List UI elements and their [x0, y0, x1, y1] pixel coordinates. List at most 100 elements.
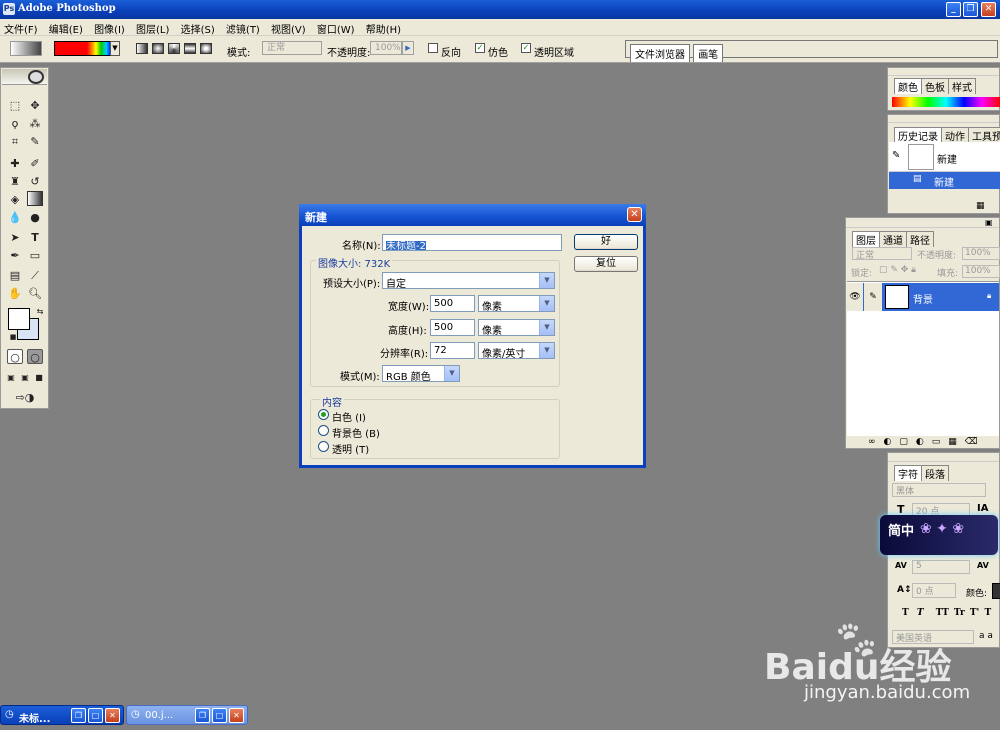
gradient-tool-preset-icon[interactable] — [10, 41, 42, 56]
history-delete-icon[interactable]: ▦ — [976, 201, 985, 211]
reverse-checkbox[interactable] — [428, 43, 438, 53]
standard-mode-icon[interactable]: ○ — [7, 349, 23, 364]
menu-filter[interactable]: 滤镜(T) — [222, 19, 264, 36]
magic-wand-tool-icon[interactable]: ⁂ — [27, 116, 43, 131]
menu-window[interactable]: 窗口(W) — [313, 19, 359, 36]
gradient-dropdown-icon[interactable]: ▼ — [110, 41, 120, 56]
tab-styles[interactable]: 样式 — [948, 78, 976, 94]
restore-button[interactable]: ❐ — [963, 2, 978, 17]
height-unit-select[interactable]: 像素 ▼ — [478, 319, 555, 337]
screen-mode-standard-icon[interactable]: ▣ — [5, 370, 17, 385]
lock-icons[interactable]: ▢ ✎ ✥ 🔒︎ — [879, 265, 916, 275]
menu-help[interactable]: 帮助(H) — [362, 19, 405, 36]
history-state-row[interactable]: ▤ 新建 — [889, 172, 1000, 189]
dialog-close-button[interactable]: ✕ — [627, 207, 642, 222]
screen-mode-menu-icon[interactable]: ▣ — [19, 370, 31, 385]
default-colors-icon[interactable]: ■ — [5, 330, 21, 345]
imageready-jump-icon[interactable]: ⇨◑ — [7, 390, 43, 405]
tab-paths[interactable]: 路径 — [906, 231, 934, 247]
ok-button[interactable]: 好 — [574, 234, 638, 250]
foreground-color-swatch[interactable] — [8, 308, 30, 330]
reflected-gradient-icon[interactable] — [184, 43, 196, 54]
screen-mode-full-icon[interactable]: ■ — [33, 370, 45, 385]
tab-channels[interactable]: 通道 — [879, 231, 907, 247]
menu-image[interactable]: 图像(I) — [90, 19, 129, 36]
tab-history[interactable]: 历史记录 — [894, 127, 942, 143]
document-1-restore-button[interactable]: ❐ — [71, 708, 86, 723]
eyedropper-tool-icon[interactable]: ⟋ — [27, 268, 43, 283]
tab-actions[interactable]: 动作 — [941, 127, 969, 143]
all-caps-button[interactable]: TT — [936, 608, 949, 618]
tab-tool-presets[interactable]: 工具预 — [968, 127, 1000, 143]
crop-tool-icon[interactable]: ⌗ — [7, 134, 23, 149]
blend-mode-select[interactable]: 正常 — [852, 247, 912, 261]
menu-layer[interactable]: 图层(L) — [132, 19, 173, 36]
contents-background-radio[interactable] — [318, 425, 329, 436]
close-button[interactable]: ✕ — [981, 2, 996, 17]
faux-italic-button[interactable]: T — [917, 608, 924, 618]
layer-brush-icon[interactable]: ✎ — [864, 283, 882, 311]
layer-opacity-input[interactable]: 100% — [962, 247, 1000, 260]
document-2-maximize-button[interactable]: □ — [212, 708, 227, 723]
document-name-input[interactable]: 未标题-2 — [382, 234, 562, 251]
opacity-input[interactable]: 100% — [370, 41, 402, 55]
width-input[interactable]: 500 — [430, 295, 475, 312]
opacity-slider-arrow-icon[interactable]: ▶ — [402, 41, 414, 55]
faux-bold-button[interactable]: T — [902, 608, 909, 618]
history-brush-source-icon[interactable]: ✎ — [892, 150, 900, 161]
reset-button[interactable]: 复位 — [574, 256, 638, 272]
resolution-unit-select[interactable]: 像素/英寸 ▼ — [478, 342, 555, 360]
color-mode-select[interactable]: RGB 颜色 ▼ — [382, 365, 460, 383]
marquee-tool-icon[interactable]: ⬚ — [7, 98, 23, 113]
menu-edit[interactable]: 编辑(E) — [45, 19, 87, 36]
document-2-close-button[interactable]: ✕ — [229, 708, 244, 723]
history-snapshot-row[interactable]: ✎ 新建 — [889, 142, 1000, 172]
type-tool-icon[interactable]: T — [27, 230, 43, 245]
resolution-input[interactable]: 72 — [430, 342, 475, 359]
dither-checkbox[interactable]: ✓ — [475, 43, 485, 53]
tab-color[interactable]: 颜色 — [894, 78, 922, 94]
history-brush-tool-icon[interactable]: ↺ — [27, 174, 43, 189]
height-input[interactable]: 500 — [430, 319, 475, 336]
layer-row-background[interactable]: 👁︎ ✎ 背景 🔒︎ — [847, 283, 999, 311]
photoshop-eye-logo-icon[interactable] — [28, 70, 44, 84]
layer-visibility-eye-icon[interactable]: 👁︎ — [847, 283, 863, 311]
mode-select[interactable]: 正常 — [262, 41, 322, 55]
healing-brush-tool-icon[interactable]: ✚ — [7, 156, 23, 171]
font-family-select[interactable]: 黑体 — [892, 483, 986, 497]
dodge-tool-icon[interactable]: ● — [27, 210, 43, 225]
transparency-checkbox[interactable]: ✓ — [521, 43, 531, 53]
hand-tool-icon[interactable]: ✋ — [7, 286, 23, 301]
document-2-restore-button[interactable]: ❐ — [195, 708, 210, 723]
text-color-swatch[interactable] — [992, 583, 1000, 599]
tab-character[interactable]: 字符 — [894, 465, 922, 481]
tab-layers[interactable]: 图层 — [852, 231, 880, 247]
color-spectrum-bar[interactable] — [892, 97, 1000, 107]
contents-white-radio[interactable] — [318, 409, 329, 420]
pen-tool-icon[interactable]: ✒ — [7, 248, 23, 263]
swap-colors-icon[interactable]: ⇆ — [32, 304, 48, 319]
small-caps-button[interactable]: Tr — [954, 608, 965, 618]
tab-swatches[interactable]: 色板 — [921, 78, 949, 94]
minimized-document-1[interactable]: ◷ 未标... ❐ □ ✕ — [0, 705, 124, 725]
lasso-tool-icon[interactable]: ϙ — [7, 116, 23, 131]
palette-tab-brushes[interactable]: 画笔 — [693, 44, 724, 62]
menu-view[interactable]: 视图(V) — [267, 19, 310, 36]
clone-stamp-tool-icon[interactable]: ♜ — [7, 174, 23, 189]
path-selection-tool-icon[interactable]: ➤ — [7, 230, 23, 245]
preset-size-select[interactable]: 自定 ▼ — [382, 272, 555, 290]
angle-gradient-icon[interactable] — [168, 43, 180, 54]
move-tool-icon[interactable]: ✥ — [27, 98, 43, 113]
slice-tool-icon[interactable]: ✎ — [27, 134, 43, 149]
tracking-input[interactable]: 5 — [912, 560, 970, 574]
baseline-shift-input[interactable]: 0 点 — [912, 583, 956, 598]
panel-menu-icon[interactable]: ▣ — [985, 218, 993, 227]
contents-transparent-radio[interactable] — [318, 441, 329, 452]
document-1-maximize-button[interactable]: □ — [88, 708, 103, 723]
superscript-button[interactable]: T' — [970, 608, 979, 618]
subscript-button[interactable]: T — [984, 608, 991, 618]
menu-select[interactable]: 选择(S) — [177, 19, 219, 36]
brush-tool-icon[interactable]: ✐ — [27, 156, 43, 171]
width-unit-select[interactable]: 像素 ▼ — [478, 295, 555, 313]
blur-tool-icon[interactable]: 💧 — [7, 210, 23, 225]
